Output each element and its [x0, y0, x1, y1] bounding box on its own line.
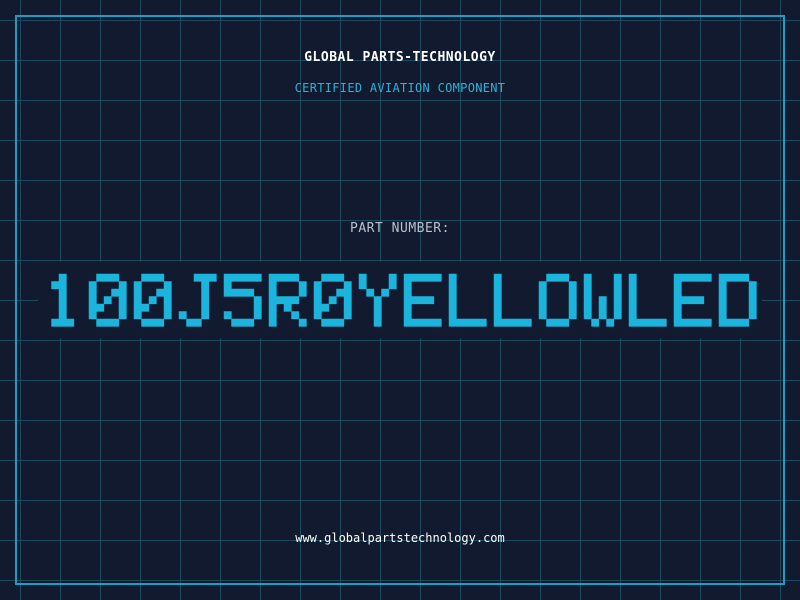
part-number-char-9	[448, 273, 487, 327]
part-number-char-2	[133, 273, 172, 327]
part-number-char-3	[178, 273, 217, 327]
tagline: CERTIFIED AVIATION COMPONENT	[294, 81, 506, 95]
part-number-char-13	[628, 273, 667, 327]
company-name: GLOBAL PARTS-TECHNOLOGY	[304, 50, 496, 65]
part-number-char-6	[313, 273, 352, 327]
part-number-label: PART NUMBER:	[350, 221, 450, 236]
part-number-char-11	[538, 273, 577, 327]
label-card: GLOBAL PARTS-TECHNOLOGY CERTIFIED AVIATI…	[0, 0, 800, 600]
part-number-char-15	[718, 273, 757, 327]
part-number-char-4	[223, 273, 262, 327]
part-number-char-0	[51, 273, 75, 327]
part-number-char-5	[268, 273, 307, 327]
part-number-char-12	[583, 273, 622, 327]
part-number-char-7	[358, 273, 397, 327]
part-number-char-14	[673, 273, 712, 327]
website-url: www.globalpartstechnology.com	[295, 531, 505, 545]
part-number-char-8	[403, 273, 442, 327]
part-number-char-10	[493, 273, 532, 327]
part-number	[51, 273, 757, 327]
part-number-char-1	[88, 273, 127, 327]
